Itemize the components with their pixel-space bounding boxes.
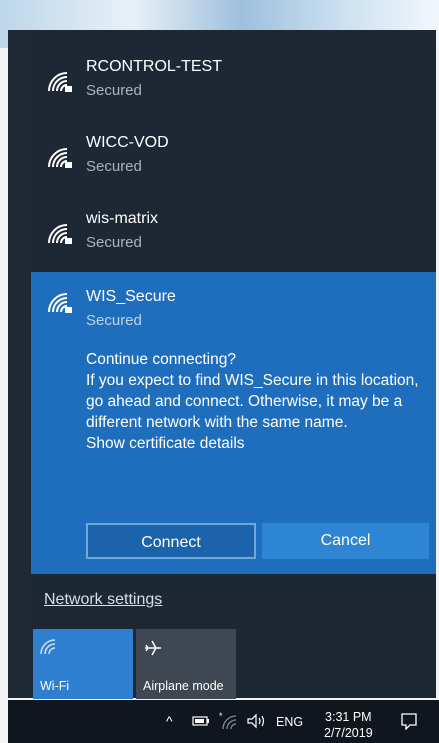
wifi-secured-icon	[48, 72, 72, 92]
wifi-taskbar-icon[interactable]: *	[218, 712, 240, 730]
tile-label: Airplane mode	[143, 679, 224, 693]
clock[interactable]: 3:31 PM 2/7/2019	[324, 709, 373, 741]
show-certificate-link[interactable]: Show certificate details	[86, 433, 426, 454]
prompt-body: If you expect to find WIS_Secure in this…	[86, 372, 419, 431]
network-name: wis-matrix	[86, 210, 158, 227]
airplane-icon	[145, 640, 161, 656]
svg-text:*: *	[219, 712, 223, 721]
network-status: Secured	[86, 234, 142, 251]
clock-date: 2/7/2019	[324, 726, 373, 740]
tile-label: Wi-Fi	[40, 679, 70, 693]
prompt-title: Continue connecting?	[86, 351, 236, 368]
network-status: Secured	[86, 312, 142, 329]
network-name: WICC-VOD	[86, 134, 169, 151]
wifi-icon	[40, 639, 56, 655]
wifi-secured-icon	[48, 224, 72, 244]
network-item-wicc-vod[interactable]: WICC-VOD Secured	[31, 116, 436, 191]
network-name: RCONTROL-TEST	[86, 58, 222, 75]
airplane-mode-tile[interactable]: Airplane mode	[136, 629, 236, 699]
volume-icon[interactable]	[246, 713, 268, 729]
network-item-rcontrol-test[interactable]: RCONTROL-TEST Secured	[31, 40, 436, 115]
panel-edge	[8, 30, 31, 698]
language-indicator[interactable]: ENG	[276, 715, 303, 729]
selected-network-wis-secure[interactable]: WIS_Secure Secured Continue connecting? …	[31, 272, 436, 574]
connect-prompt: Continue connecting? If you expect to fi…	[86, 349, 426, 454]
connect-button[interactable]: Connect	[86, 523, 256, 559]
network-status: Secured	[86, 82, 142, 99]
cancel-button[interactable]: Cancel	[262, 523, 429, 559]
wifi-secured-icon	[48, 148, 72, 168]
taskbar: ^ * ENG 3:31 PM 2/7/2019	[8, 700, 439, 743]
notification-center-icon[interactable]	[400, 712, 418, 730]
network-name: WIS_Secure	[86, 288, 176, 305]
network-status: Secured	[86, 158, 142, 175]
clock-time: 3:31 PM	[325, 710, 372, 724]
show-hidden-icons-chevron-icon[interactable]: ^	[166, 713, 173, 729]
network-item-wis-matrix[interactable]: wis-matrix Secured	[31, 192, 436, 267]
network-settings-link[interactable]: Network settings	[44, 591, 162, 609]
wifi-secured-icon	[48, 293, 72, 313]
battery-icon[interactable]	[192, 715, 210, 727]
wifi-toggle-tile[interactable]: Wi-Fi	[33, 629, 133, 699]
